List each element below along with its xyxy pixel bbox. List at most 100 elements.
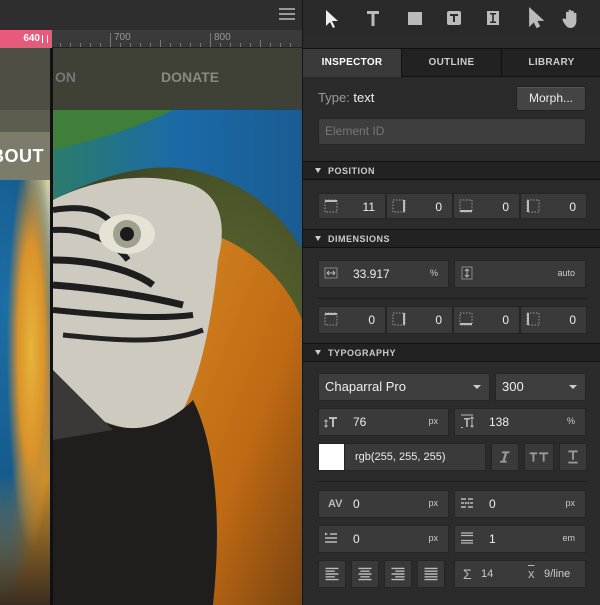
width-icon (324, 267, 338, 279)
bottom-edge-icon (459, 199, 473, 213)
text-cursor-tool-icon[interactable] (479, 4, 507, 32)
padding-bottom-field[interactable]: 0 (453, 306, 520, 334)
section-position[interactable]: POSITION (303, 161, 600, 180)
svg-text:AV: AV (328, 498, 343, 510)
width-unit[interactable]: % (430, 268, 438, 278)
color-field[interactable]: rgb(255, 255, 255) (318, 443, 486, 471)
top-edge-icon (324, 199, 338, 213)
line-height-unit[interactable]: % (567, 416, 575, 426)
nav-link-partial[interactable]: ON (55, 69, 76, 85)
about-heading: BOUT (0, 146, 44, 166)
align-left-icon[interactable] (318, 560, 346, 588)
align-center-icon[interactable] (351, 560, 379, 588)
chars-per-line: 9/line (544, 568, 571, 580)
left-edge-icon (526, 199, 540, 213)
nav-bar: ON DONATE (53, 48, 302, 110)
divider (318, 298, 588, 299)
tab-outline[interactable]: OUTLINE (402, 49, 502, 77)
color-swatch[interactable] (319, 444, 345, 470)
box-tool-icon[interactable] (401, 4, 429, 32)
line-height-field[interactable]: 138 % (454, 408, 586, 436)
letter-spacing-field[interactable]: AV 0 px (318, 490, 449, 518)
section-dimensions[interactable]: DIMENSIONS (303, 229, 600, 248)
letter-spacing-value: 0 (353, 497, 360, 511)
position-right-field[interactable]: 0 (386, 193, 453, 219)
font-family-select[interactable]: Chaparral Pro (318, 373, 490, 401)
about-banner: BOUT (0, 132, 52, 180)
font-size-field[interactable]: 76 px (318, 408, 449, 436)
text-indent-field[interactable]: 0 px (318, 525, 449, 553)
char-count: 14 (481, 568, 494, 580)
padding-bottom-value: 0 (502, 313, 509, 327)
paragraph-margin-field[interactable]: 1 em (454, 525, 586, 553)
width-value: 33.917 (353, 267, 390, 281)
letter-spacing-unit[interactable]: px (428, 498, 438, 508)
parrot-photo (53, 110, 302, 605)
properties-panel: INSPECTOR OUTLINE LIBRARY Type: text Mor… (302, 0, 600, 605)
type-label: Type: (318, 90, 350, 105)
hand-icon[interactable] (557, 4, 585, 32)
position-top-field[interactable]: 11 (318, 193, 386, 219)
word-spacing-field[interactable]: 0 px (454, 490, 586, 518)
select-arrow-icon[interactable] (317, 4, 345, 32)
tool-bar (303, 0, 600, 36)
word-spacing-icon (461, 498, 473, 508)
tab-inspector[interactable]: INSPECTOR (303, 49, 402, 77)
paragraph-spacing-icon (461, 532, 473, 544)
padding-top-icon (324, 312, 338, 326)
position-left-value: 0 (569, 200, 576, 214)
position-right-value: 0 (435, 200, 442, 214)
height-field[interactable]: auto (454, 260, 586, 288)
line-height-icon (461, 414, 474, 428)
text-indent-unit[interactable]: px (428, 533, 438, 543)
height-value[interactable]: auto (557, 268, 575, 278)
element-id-placeholder: Element ID (325, 124, 385, 138)
direct-select-icon[interactable] (521, 4, 549, 32)
position-left-field[interactable]: 0 (520, 193, 587, 219)
design-canvas[interactable]: 700 800 640 BOUT ON DONATE (0, 0, 302, 605)
morph-button[interactable]: Morph... (516, 86, 586, 111)
padding-right-icon (392, 312, 406, 326)
word-spacing-unit[interactable]: px (565, 498, 575, 508)
align-justify-icon[interactable] (417, 560, 445, 588)
section-typography[interactable]: TYPOGRAPHY (303, 343, 600, 362)
panel-tabs: INSPECTOR OUTLINE LIBRARY (303, 48, 600, 77)
page-preview-left: BOUT (0, 48, 52, 605)
nav-bar-left (0, 48, 52, 110)
tab-library[interactable]: LIBRARY (502, 49, 600, 77)
position-bottom-field[interactable]: 0 (453, 193, 520, 219)
padding-left-field[interactable]: 0 (520, 306, 587, 334)
padding-bottom-icon (459, 312, 473, 326)
ruler-tick (110, 33, 111, 47)
padding-left-icon (526, 312, 540, 326)
text-box-tool-icon[interactable] (440, 4, 468, 32)
width-field[interactable]: 33.917 % (318, 260, 449, 288)
paragraph-margin-unit[interactable]: em (562, 533, 575, 543)
breakpoint-marker[interactable]: 640 (0, 30, 52, 48)
position-bottom-value: 0 (502, 200, 509, 214)
uppercase-icon[interactable] (524, 443, 554, 471)
padding-right-field[interactable]: 0 (386, 306, 453, 334)
element-id-field[interactable]: Element ID (318, 118, 586, 145)
text-tool-icon[interactable] (359, 4, 387, 32)
color-value: rgb(255, 255, 255) (355, 451, 446, 463)
font-weight-select[interactable]: 300 (495, 373, 586, 401)
italic-icon[interactable] (491, 443, 519, 471)
underline-icon[interactable] (559, 443, 587, 471)
element-type: Type: text (318, 90, 374, 105)
word-spacing-value: 0 (489, 497, 496, 511)
height-icon (461, 266, 473, 280)
canvas-top-bar (0, 0, 302, 30)
text-indent-value: 0 (353, 532, 360, 546)
font-size-icon (324, 417, 337, 428)
align-right-icon[interactable] (384, 560, 412, 588)
nav-link-donate[interactable]: DONATE (161, 69, 219, 85)
letter-spacing-icon: AV (328, 498, 343, 510)
sum-icon: Σ (463, 566, 472, 582)
padding-right-value: 0 (435, 313, 442, 327)
menu-icon[interactable] (279, 8, 295, 20)
padding-top-field[interactable]: 0 (318, 306, 386, 334)
padding-left-value: 0 (569, 313, 576, 327)
font-size-value: 76 (353, 415, 367, 429)
font-size-unit[interactable]: px (428, 416, 438, 426)
